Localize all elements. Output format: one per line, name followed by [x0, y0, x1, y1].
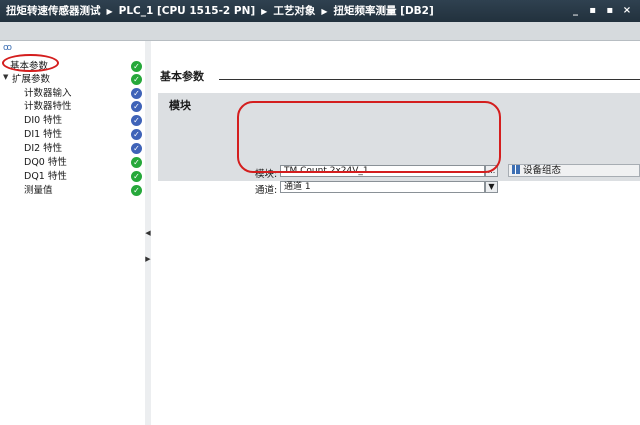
nav-item-label: 计数器特性	[24, 101, 72, 112]
nav-item-label: DQ0 特性	[24, 157, 67, 168]
nav-item-label: 扩展参数	[12, 74, 51, 85]
nav-item-di0[interactable]: DI0 特性 ✓	[0, 114, 145, 127]
parameter-navigation: oo 基本参数 ✓ ▼ 扩展参数 ✓ 计数器输入 ✓ 计数器特性 ✓ DI0 特…	[0, 41, 146, 425]
nav-item-counter-inputs[interactable]: 计数器输入 ✓	[0, 87, 145, 100]
breadcrumb-object[interactable]: 扭矩频率测量 [DB2]	[333, 5, 433, 17]
expand-caret-icon[interactable]: ▼	[3, 73, 8, 81]
breadcrumb-project[interactable]: 扭矩转速传感器测试	[6, 5, 101, 17]
glasses-icon[interactable]: oo	[3, 43, 12, 53]
status-info-icon: ✓	[131, 143, 142, 154]
section-title: 基本参数	[160, 70, 204, 83]
breadcrumb-separator-icon: ▶	[261, 7, 268, 16]
status-ok-icon: ✓	[131, 157, 142, 168]
status-ok-icon: ✓	[131, 74, 142, 85]
status-ok-icon: ✓	[131, 185, 142, 196]
title-bar: 扭矩转速传感器测试 ▶ PLC_1 [CPU 1515-2 PN] ▶ 工艺对象 ▶ 扭矩频…	[0, 0, 640, 22]
breadcrumb-plc[interactable]: PLC_1 [CPU 1515-2 PN]	[119, 5, 256, 17]
annotation-circle	[237, 101, 501, 173]
nav-item-label: DQ1 特性	[24, 171, 67, 182]
nav-item-label: DI2 特性	[24, 143, 63, 154]
nav-item-label: 测量值	[24, 185, 53, 196]
restore-button[interactable]: ▪	[586, 0, 600, 22]
toolbar-strip	[0, 22, 640, 41]
nav-item-di2[interactable]: DI2 特性 ✓	[0, 142, 145, 155]
maximize-button[interactable]: ▪	[603, 0, 617, 22]
breadcrumb: 扭矩转速传感器测试 ▶ PLC_1 [CPU 1515-2 PN] ▶ 工艺对象 ▶ 扭矩频…	[6, 0, 434, 22]
status-info-icon: ✓	[131, 115, 142, 126]
device-config-button[interactable]: 设备组态	[508, 164, 640, 177]
nav-item-measured-values[interactable]: 测量值 ✓	[0, 184, 145, 197]
breadcrumb-separator-icon: ▶	[106, 7, 113, 16]
parameter-editor: 基本参数 模块 模块: TM Count 2x24V_1 ... 设备组态 通道…	[151, 41, 640, 425]
channel-select[interactable]: 通道 1	[280, 181, 485, 193]
panel-title: 模块	[169, 99, 191, 112]
nav-item-di1[interactable]: DI1 特性 ✓	[0, 128, 145, 141]
nav-item-extended-parameters[interactable]: ▼ 扩展参数 ✓	[0, 73, 145, 86]
minimize-button[interactable]: _	[568, 0, 582, 22]
channel-label: 通道:	[255, 185, 278, 196]
nav-item-counter-behavior[interactable]: 计数器特性 ✓	[0, 100, 145, 113]
nav-item-label: 计数器输入	[24, 88, 72, 99]
status-info-icon: ✓	[131, 129, 142, 140]
device-config-label: 设备组态	[523, 165, 562, 176]
nav-item-label: DI0 特性	[24, 115, 63, 126]
nav-item-dq1[interactable]: DQ1 特性 ✓	[0, 170, 145, 183]
status-info-icon: ✓	[131, 88, 142, 99]
close-button[interactable]: ×	[620, 0, 634, 22]
status-info-icon: ✓	[131, 101, 142, 112]
annotation-circle	[2, 54, 59, 72]
status-ok-icon: ✓	[131, 171, 142, 182]
status-ok-icon: ✓	[131, 61, 142, 72]
nav-item-label: DI1 特性	[24, 129, 63, 140]
window-controls: _ ▪ ▪ ×	[568, 0, 634, 22]
breadcrumb-separator-icon: ▶	[321, 7, 328, 16]
chevron-down-icon[interactable]: ▼	[485, 181, 498, 193]
section-divider	[219, 79, 640, 80]
breadcrumb-technology-objects[interactable]: 工艺对象	[273, 5, 315, 17]
nav-item-dq0[interactable]: DQ0 特性 ✓	[0, 156, 145, 169]
device-config-icon	[512, 165, 520, 174]
